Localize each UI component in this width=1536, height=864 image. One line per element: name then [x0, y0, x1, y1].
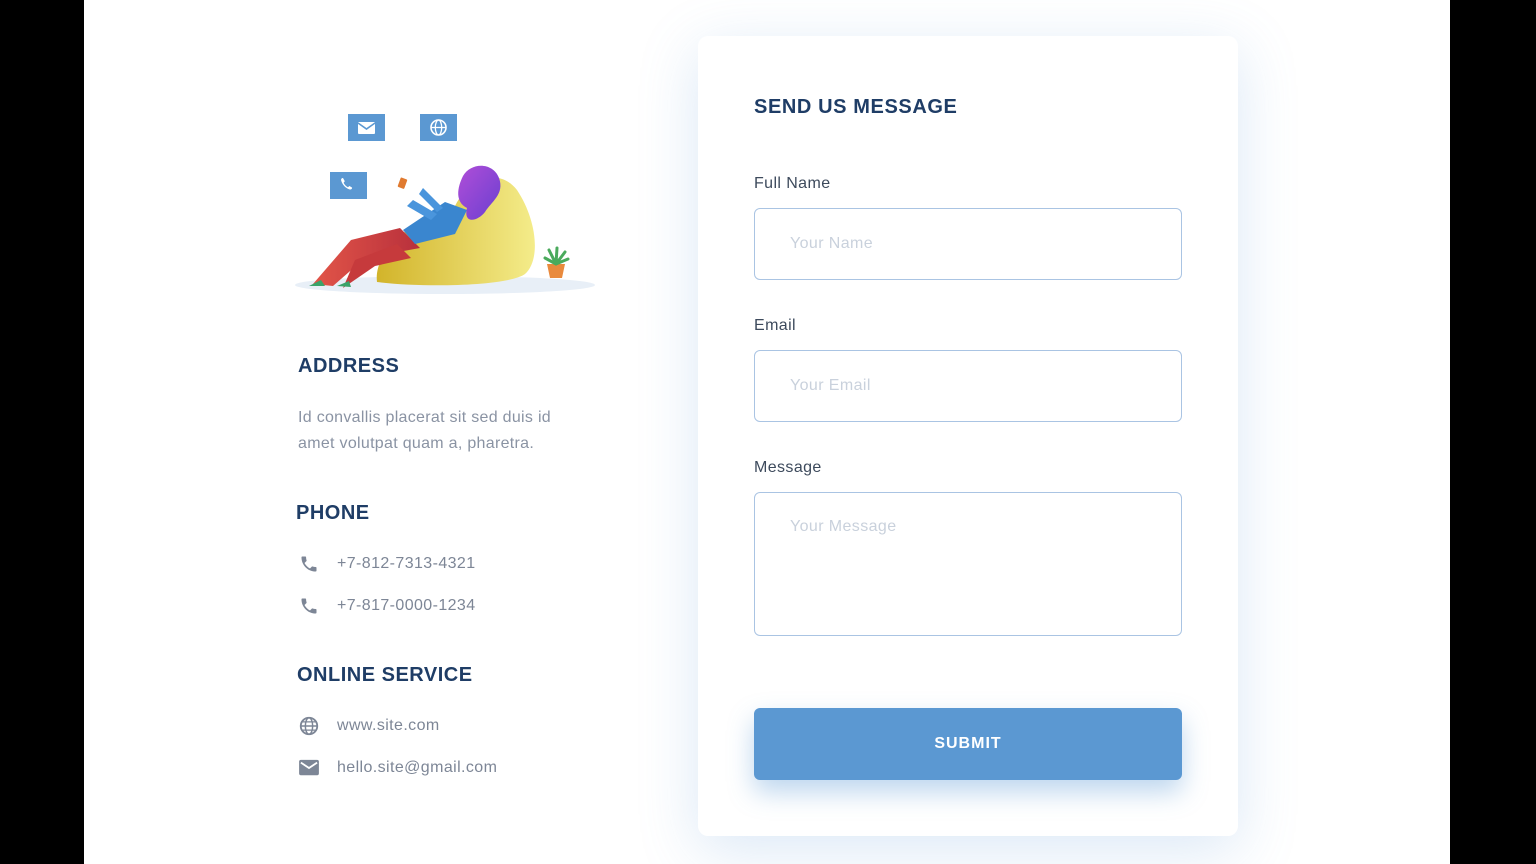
contact-illustration: [295, 110, 599, 300]
phone-number: +7-812-7313-4321: [337, 555, 476, 572]
submit-button[interactable]: SUBMIT: [754, 708, 1182, 780]
contact-page: ADDRESS Id convallis placerat sit sed du…: [84, 0, 1450, 864]
phone-icon: [330, 172, 367, 199]
full-name-input[interactable]: [754, 208, 1182, 280]
phone-item-1[interactable]: +7-812-7313-4321: [298, 552, 476, 576]
email-label: Email: [754, 317, 797, 334]
address-text: Id convallis placerat sit sed duis id am…: [298, 409, 551, 452]
phone-number: +7-817-0000-1234: [337, 597, 476, 614]
email-link[interactable]: hello.site@gmail.com: [337, 759, 497, 777]
website-link[interactable]: www.site.com: [337, 717, 440, 735]
form-title: SEND US MESSAGE: [754, 96, 958, 118]
phone-heading: PHONE: [296, 502, 370, 524]
message-label: Message: [754, 459, 822, 476]
phone-icon: [298, 553, 320, 575]
online-service-heading: ONLINE SERVICE: [297, 664, 473, 686]
phone-icon: [298, 595, 320, 617]
message-textarea[interactable]: [754, 492, 1182, 636]
full-name-label: Full Name: [754, 175, 831, 192]
globe-icon: [420, 114, 457, 141]
website-item[interactable]: www.site.com: [298, 714, 440, 738]
mail-icon: [298, 757, 320, 779]
phone-item-2[interactable]: +7-817-0000-1234: [298, 594, 476, 618]
contact-form-card: SEND US MESSAGE Full Name Email Message …: [698, 36, 1238, 836]
email-item[interactable]: hello.site@gmail.com: [298, 756, 497, 780]
globe-icon: [298, 715, 320, 737]
email-input[interactable]: [754, 350, 1182, 422]
mail-icon: [348, 114, 385, 141]
address-heading: ADDRESS: [298, 355, 400, 377]
